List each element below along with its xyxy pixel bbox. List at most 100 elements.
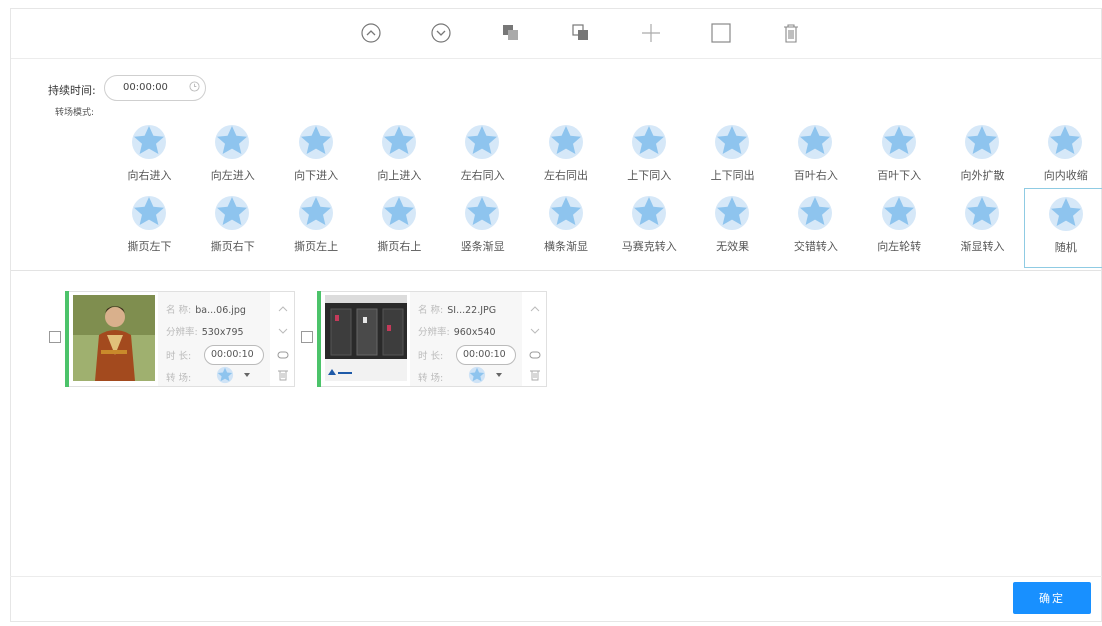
transition-option[interactable]: 左右同入	[441, 117, 524, 197]
transition-option-label: 百叶下入	[877, 169, 922, 182]
confirm-button[interactable]: 确定	[1013, 582, 1091, 614]
mode-label: 转场模式:	[55, 108, 95, 118]
item-up-icon[interactable]	[529, 300, 541, 312]
transition-option[interactable]: 上下同入	[608, 117, 691, 197]
transition-star-icon	[465, 125, 500, 159]
transition-option-label: 撕页左下	[127, 240, 172, 253]
chevron-down-icon[interactable]	[496, 373, 502, 377]
transition-option[interactable]: 百叶下入	[858, 117, 941, 197]
move-up-icon[interactable]	[360, 22, 382, 44]
send-back-icon[interactable]	[570, 22, 592, 44]
item-checkbox[interactable]	[49, 331, 61, 343]
item-up-icon[interactable]	[277, 300, 289, 312]
transition-star-icon	[1049, 197, 1084, 231]
transition-option[interactable]: 无效果	[691, 188, 774, 268]
transition-star-icon	[631, 125, 666, 159]
transition-option-label: 马赛克转入	[621, 240, 677, 253]
transition-option[interactable]: 撕页右下	[191, 188, 274, 268]
item-info: 名 称: SI...22.JPG 分辨率: 960x540 时 长: 00:00:1…	[410, 292, 522, 386]
transition-option[interactable]: 向右进入	[108, 117, 191, 197]
transition-star-icon	[381, 125, 416, 159]
transition-option-label: 向内收缩	[1043, 169, 1088, 182]
transition-star-icon	[798, 196, 833, 230]
transition-star-icon[interactable]	[216, 366, 234, 384]
transition-star-icon	[298, 125, 333, 159]
item-name: ba...06.jpg	[195, 305, 246, 316]
transition-option[interactable]: 向左轮转	[858, 188, 941, 268]
item-link-icon[interactable]	[277, 346, 289, 359]
transition-option[interactable]: 渐显转入	[941, 188, 1024, 268]
toolbar	[11, 9, 1101, 59]
transition-option[interactable]: 向左进入	[191, 117, 274, 197]
transition-option[interactable]: 随机	[1024, 188, 1102, 268]
transition-star-icon	[965, 196, 999, 230]
transition-option-label: 向左进入	[210, 169, 255, 182]
image-item[interactable]: 名 称: ba...06.jpg 分辨率: 530x795 时 长: 00:00:1…	[65, 291, 295, 387]
transition-option[interactable]: 向下进入	[275, 117, 358, 197]
transition-option-label: 撕页左上	[294, 240, 339, 253]
transition-star-icon	[548, 125, 583, 159]
item-active-bar	[65, 291, 69, 387]
transition-option[interactable]: 上下同出	[691, 117, 774, 197]
transition-star-icon	[215, 196, 250, 230]
item-down-icon[interactable]	[277, 322, 289, 334]
item-tools	[524, 292, 546, 386]
footer-divider	[10, 576, 1102, 577]
item-duration-input[interactable]: 00:00:10	[456, 345, 516, 365]
bring-front-icon[interactable]	[500, 22, 522, 44]
item-delete-icon[interactable]	[277, 366, 289, 381]
chevron-down-icon[interactable]	[244, 373, 250, 377]
transition-star-icon	[798, 125, 833, 159]
transition-option[interactable]: 向外扩散	[941, 117, 1024, 197]
transition-option-label: 无效果	[716, 240, 750, 253]
transition-star-icon	[715, 125, 750, 159]
transition-star-icon	[298, 196, 333, 230]
item-duration-input[interactable]: 00:00:10	[204, 345, 264, 365]
transition-star-icon[interactable]	[468, 366, 486, 384]
transition-option[interactable]: 横条渐显	[525, 188, 608, 268]
transition-option[interactable]: 撕页左下	[108, 188, 191, 268]
transition-dialog: 持续时间: 00:00:00 转场模式: 向右进入 向左进入 向下进入 向上进入 左右同…	[10, 8, 1102, 622]
transition-star-icon	[548, 196, 583, 230]
transition-option[interactable]: 左右同出	[525, 117, 608, 197]
transition-option-label: 向上进入	[377, 169, 422, 182]
transition-option-label: 左右同出	[544, 169, 588, 182]
clock-icon	[189, 81, 200, 92]
duration-label: 持续时间:	[48, 84, 96, 97]
transition-option-label: 向右进入	[127, 169, 172, 182]
image-item[interactable]: 名 称: SI...22.JPG 分辨率: 960x540 时 长: 00:00:1…	[317, 291, 547, 387]
transition-option[interactable]: 交错转入	[774, 188, 857, 268]
transition-option[interactable]: 向内收缩	[1024, 117, 1102, 197]
transition-star-icon	[132, 196, 166, 230]
transition-star-icon	[465, 196, 500, 230]
transition-star-icon	[881, 196, 916, 230]
transition-option[interactable]: 向上进入	[358, 117, 441, 197]
transition-option[interactable]: 百叶右入	[774, 117, 857, 197]
move-down-icon[interactable]	[430, 22, 452, 44]
item-checkbox[interactable]	[301, 331, 313, 343]
item-resolution: 960x540	[453, 327, 496, 338]
item-tools	[272, 292, 294, 386]
transition-option[interactable]: 撕页右上	[358, 188, 441, 268]
select-all-icon[interactable]	[710, 22, 732, 44]
trash-icon[interactable]	[780, 22, 802, 44]
transition-option[interactable]: 马赛克转入	[608, 188, 691, 268]
transition-option[interactable]: 撕页左上	[275, 188, 358, 268]
transition-star-icon	[215, 125, 250, 159]
transition-star-icon	[132, 125, 166, 159]
transition-option-label: 横条渐显	[544, 240, 588, 253]
item-delete-icon[interactable]	[529, 366, 541, 381]
item-down-icon[interactable]	[529, 322, 541, 334]
item-thumbnail	[325, 295, 407, 381]
item-thumbnail	[73, 295, 155, 381]
transition-option-label: 交错转入	[793, 240, 838, 253]
transition-option-label: 向左轮转	[877, 240, 922, 253]
transition-option-label: 百叶右入	[793, 169, 838, 182]
transition-option-label: 随机	[1054, 241, 1077, 254]
item-link-icon[interactable]	[529, 346, 541, 359]
transition-option[interactable]: 竖条渐显	[441, 188, 524, 268]
add-icon[interactable]	[640, 22, 662, 44]
settings-panel: 持续时间: 00:00:00 转场模式: 向右进入 向左进入 向下进入 向上进入 左右同…	[11, 60, 1102, 271]
item-name: SI...22.JPG	[447, 305, 497, 316]
transition-star-icon	[715, 196, 750, 230]
